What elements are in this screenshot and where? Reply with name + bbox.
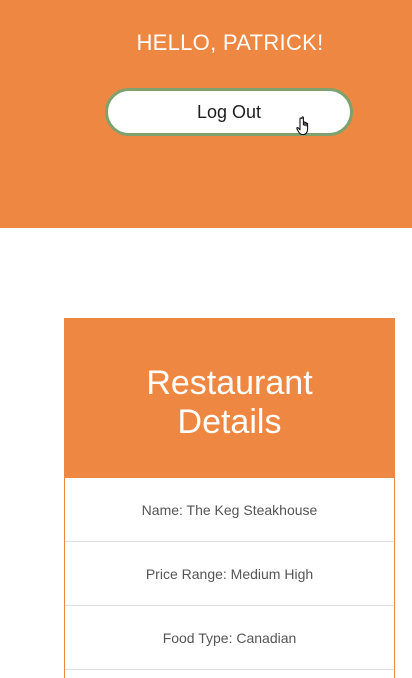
detail-row-name: Name: The Keg Steakhouse <box>65 478 394 542</box>
card-title-line2: Details <box>177 403 282 441</box>
restaurant-details-card: Restaurant Details Name: The Keg Steakho… <box>64 318 395 678</box>
logout-button[interactable]: Log Out <box>105 88 353 136</box>
greeting-text: HELLO, PATRICK! <box>136 30 324 55</box>
card-header: Restaurant Details <box>65 318 394 478</box>
hand-pointer-icon <box>296 116 309 136</box>
card-title-line1: Restaurant <box>146 364 313 402</box>
card-title: Restaurant Details <box>146 364 312 442</box>
detail-row-food-type: Food Type: Canadian <box>65 606 394 670</box>
header-banner: HELLO, PATRICK! Log Out <box>0 0 412 228</box>
detail-row-price-range: Price Range: Medium High <box>65 542 394 606</box>
